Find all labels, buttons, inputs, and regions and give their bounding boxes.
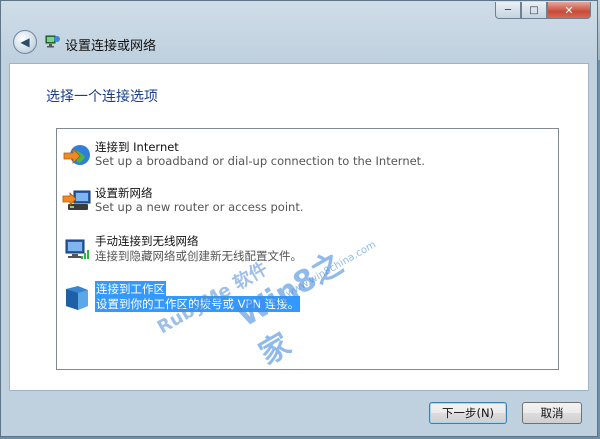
close-button[interactable]: ✕ (547, 2, 591, 19)
cancel-button[interactable]: 取消 (522, 402, 582, 424)
option-title: 连接到 Internet (95, 140, 179, 154)
workplace-icon (66, 286, 88, 310)
wizard-header: ◀ 设置连接或网络 (9, 23, 589, 63)
list-item-connect-internet[interactable]: 连接到 Internet Set up a broadband or dial-… (60, 139, 425, 173)
option-title: 连接到工作区 (95, 281, 166, 297)
list-item-manual-wireless[interactable]: 手动连接到无线网络 连接到隐藏网络或创建新无线配置文件。 (60, 233, 302, 267)
network-icon (45, 35, 60, 48)
network-setup-icon (62, 190, 91, 210)
back-button[interactable]: ◀ (13, 30, 37, 54)
option-description: 连接到隐藏网络或创建新无线配置文件。 (95, 249, 302, 263)
option-description: 设置到你的工作区的拨号或 VPN 连接。 (95, 296, 301, 312)
maximize-button[interactable]: □ (521, 2, 547, 19)
globe-icon (63, 145, 90, 165)
back-arrow-icon: ◀ (20, 35, 30, 49)
caption-buttons: ─ □ ✕ (495, 2, 591, 20)
option-description: Set up a new router or access point. (95, 200, 304, 214)
next-button[interactable]: 下一步(N) (429, 402, 507, 424)
option-title: 设置新网络 (95, 186, 153, 200)
list-item-setup-network[interactable]: 设置新网络 Set up a new router or access poin… (60, 185, 304, 219)
wizard-footer: 下一步(N) 取消 (9, 393, 589, 431)
instruction-heading: 选择一个连接选项 (46, 89, 158, 105)
content-pane: 选择一个连接选项 连接到 Internet Set up a broadband… (9, 63, 589, 391)
list-item-connect-workplace[interactable]: 连接到工作区 设置到你的工作区的拨号或 VPN 连接。 (60, 281, 301, 315)
minimize-button[interactable]: ─ (495, 2, 521, 19)
connection-options-list[interactable]: 连接到 Internet Set up a broadband or dial-… (56, 128, 559, 370)
dialog-window: ─ □ ✕ ◀ 设置连接或网络 选择一个连接选项 连接到 Internet Se… (0, 0, 598, 437)
option-title: 手动连接到无线网络 (95, 234, 199, 248)
page-title: 设置连接或网络 (65, 39, 157, 54)
wireless-icon (65, 239, 89, 259)
option-description: Set up a broadband or dial-up connection… (95, 154, 425, 168)
